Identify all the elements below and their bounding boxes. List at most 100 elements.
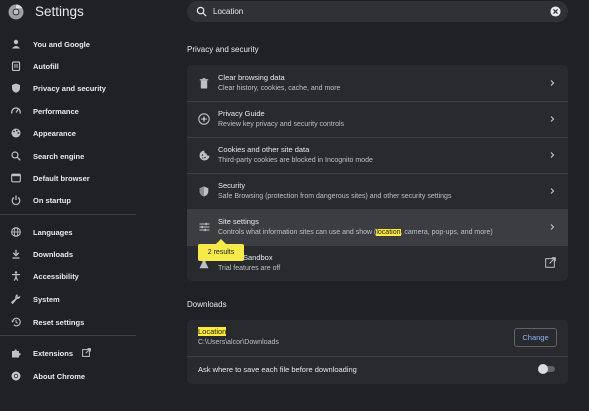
- clipboard-icon: [11, 61, 21, 71]
- row-subtitle: Trial features are off: [218, 265, 281, 272]
- row-privacy-sandbox[interactable]: Sandbox Trial features are off: [187, 245, 568, 281]
- chevron-right-icon: [550, 224, 555, 230]
- cookie-icon: [198, 149, 210, 161]
- sidebar-item-system[interactable]: System: [0, 289, 150, 309]
- row-title: Clear browsing data: [218, 73, 285, 82]
- sidebar-item-label: Reset settings: [33, 317, 85, 327]
- sidebar-item-label: Downloads: [33, 249, 74, 259]
- speedometer-icon: [11, 106, 21, 116]
- accessibility-icon: [11, 271, 21, 281]
- sidebar-item-extensions[interactable]: Extensions: [0, 343, 150, 363]
- row-subtitle: Review key privacy and security controls: [218, 121, 345, 128]
- search-bar[interactable]: Location: [187, 1, 568, 22]
- sidebar-item-label: Extensions: [33, 348, 74, 358]
- sidebar-item-label: Appearance: [33, 128, 76, 138]
- sidebar-item-label: You and Google: [33, 39, 90, 49]
- sidebar-divider: [0, 214, 136, 215]
- sidebar-item-label: About Chrome: [33, 371, 86, 381]
- sidebar-divider: [0, 335, 136, 336]
- chevron-right-icon: [550, 116, 555, 122]
- sidebar-item-on-startup[interactable]: On startup: [0, 190, 150, 210]
- header: Settings Location: [0, 0, 589, 24]
- change-button[interactable]: Change: [514, 328, 557, 347]
- wrench-icon: [11, 294, 21, 304]
- shield-icon: [198, 185, 210, 197]
- ask-toggle[interactable]: [538, 364, 556, 374]
- row-privacy-guide[interactable]: Privacy Guide Review key privacy and sec…: [187, 101, 568, 137]
- row-title: Privacy Guide: [218, 109, 265, 118]
- sidebar-item-label: Search engine: [33, 151, 85, 161]
- row-title: Security: [218, 181, 246, 190]
- section-title-privacy: Privacy and security: [187, 45, 259, 54]
- globe-icon: [11, 227, 21, 237]
- sidebar-item-label: On startup: [33, 195, 71, 205]
- row-title: Sandbox: [243, 253, 273, 262]
- row-cookies[interactable]: Cookies and other site data Third-party …: [187, 137, 568, 173]
- row-site-settings[interactable]: Site settings Controls what information …: [187, 209, 568, 245]
- power-icon: [11, 195, 21, 205]
- sidebar-item-appearance[interactable]: Appearance: [0, 123, 150, 143]
- browser-icon: [11, 173, 21, 183]
- section-title-downloads: Downloads: [187, 300, 227, 309]
- downloads-card: Location C:\Users\alcor\Downloads Change…: [187, 320, 568, 384]
- subtitle-part: Controls what information sites can use …: [218, 229, 377, 236]
- sliders-icon: [198, 221, 210, 233]
- search-input[interactable]: Location: [213, 6, 243, 17]
- row-subtitle: Controls what information sites can use …: [218, 229, 493, 236]
- chrome-icon: [11, 371, 21, 381]
- sidebar-item-reset-settings[interactable]: Reset settings: [0, 312, 150, 332]
- app-title: Settings: [35, 4, 84, 19]
- search-highlight: Location: [198, 327, 227, 336]
- sidebar-item-label: Autofill: [33, 61, 59, 71]
- privacy-card: Clear browsing data Clear history, cooki…: [187, 65, 568, 281]
- toggle-knob: [538, 364, 548, 374]
- sidebar-item-search-engine[interactable]: Search engine: [0, 146, 150, 166]
- sidebar-item-label: System: [33, 294, 60, 304]
- download-icon: [11, 249, 21, 259]
- sidebar-item-label: Accessibility: [33, 271, 79, 281]
- sidebar-item-label: Privacy and security: [33, 83, 106, 93]
- chevron-right-icon: [550, 152, 555, 158]
- row-clear-browsing-data[interactable]: Clear browsing data Clear history, cooki…: [187, 65, 568, 101]
- external-link-icon: [82, 348, 91, 357]
- sidebar-item-autofill[interactable]: Autofill: [0, 56, 150, 76]
- chevron-right-icon: [550, 80, 555, 86]
- close-icon[interactable]: [550, 6, 561, 17]
- palette-icon: [11, 128, 21, 138]
- sidebar-item-default-browser[interactable]: Default browser: [0, 168, 150, 188]
- sidebar-item-label: Default browser: [33, 173, 90, 183]
- ask-label: Ask where to save each file before downl…: [198, 365, 357, 374]
- person-icon: [11, 39, 21, 49]
- shield-icon: [11, 83, 21, 93]
- history-icon: [11, 317, 21, 327]
- chevron-right-icon: [550, 188, 555, 194]
- subtitle-part: , camera, pop-ups, and more): [400, 229, 493, 236]
- sidebar-item-you-and-google[interactable]: You and Google: [0, 34, 150, 54]
- sidebar-item-label: Performance: [33, 106, 79, 116]
- sidebar-item-accessibility[interactable]: Accessibility: [0, 266, 150, 286]
- row-ask-where-to-save[interactable]: Ask where to save each file before downl…: [187, 356, 568, 384]
- sidebar-item-about-chrome[interactable]: About Chrome: [0, 366, 150, 386]
- sidebar-item-downloads[interactable]: Downloads: [0, 244, 150, 264]
- row-title: Site settings: [218, 217, 259, 226]
- search-results-bubble: 2 results: [198, 239, 244, 261]
- row-title: Cookies and other site data: [218, 145, 310, 154]
- row-security[interactable]: Security Safe Browsing (protection from …: [187, 173, 568, 209]
- sidebar-item-label: Languages: [33, 227, 73, 237]
- trash-icon: [198, 77, 210, 89]
- row-download-location: Location C:\Users\alcor\Downloads Change: [187, 320, 568, 356]
- location-label: Location: [198, 327, 227, 336]
- search-icon: [11, 151, 21, 161]
- sidebar-item-performance[interactable]: Performance: [0, 101, 150, 121]
- search-icon: [196, 6, 207, 17]
- row-subtitle: Third-party cookies are blocked in Incog…: [218, 157, 373, 164]
- search-highlight: location: [376, 229, 401, 236]
- compass-icon: [198, 113, 210, 125]
- external-link-icon[interactable]: [545, 257, 556, 268]
- sidebar-item-languages[interactable]: Languages: [0, 222, 150, 242]
- sidebar-item-privacy-and-security[interactable]: Privacy and security: [0, 78, 150, 98]
- row-subtitle: Clear history, cookies, cache, and more: [218, 85, 341, 92]
- puzzle-icon: [11, 348, 21, 358]
- chrome-logo-icon: [8, 4, 24, 20]
- location-path: C:\Users\alcor\Downloads: [198, 339, 279, 346]
